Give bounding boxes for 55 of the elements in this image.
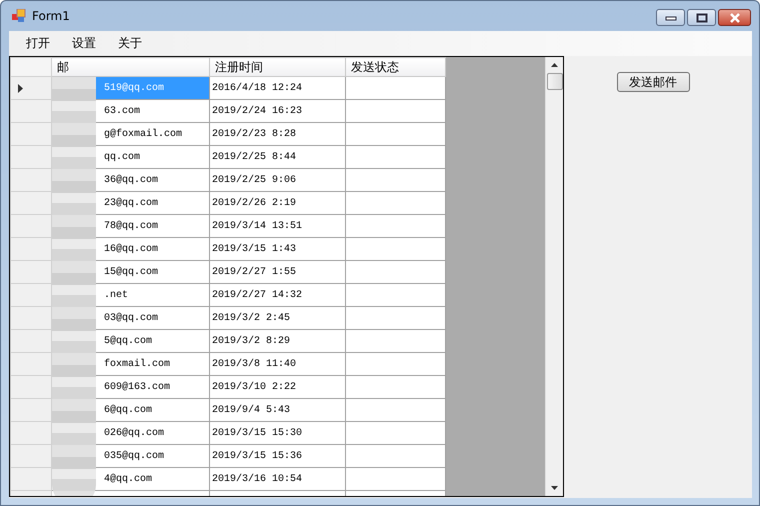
table-cell-text: qq.com [103,152,140,162]
scroll-up-icon [551,63,558,67]
table-cell-text: 15@qq.com [103,266,158,278]
table-cell: 2019/2/27 14:32 [212,290,302,300]
table-cell-text: 23@qq.com [103,198,158,208]
menu-item[interactable]: 打开 [17,35,59,52]
table-cell-text: .net [103,290,128,300]
maximize-button[interactable] [687,9,716,26]
table-cell: 2019/3/8 11:40 [212,358,296,370]
vertical-scrollbar[interactable] [545,57,563,496]
table-cell: 2016/4/18 12:24 [212,82,302,94]
table-cell: 2019/2/24 16:23 [212,106,302,116]
column-header[interactable]: 邮 [57,60,69,74]
table-cell: 2019/3/16 10:54 [212,474,302,484]
table-cell-text: 36@qq.com [103,174,158,186]
table-cell: 2019/9/4 5:43 [212,404,290,416]
table-cell: 2019/3/14 13:51 [212,220,302,232]
table-cell-text: 4@qq.com [103,474,152,484]
table-cell-text: 519@qq.com [103,82,164,94]
table-cell: 2019/3/2 8:29 [212,336,290,346]
table-cell: 2019/3/2 2:45 [212,312,290,324]
table-cell: 2019/3/15 15:30 [212,428,302,438]
table-cell-text: 78@qq.com [103,220,158,232]
minimize-icon [664,14,676,20]
close-icon [728,12,740,22]
table-cell-text: 16@qq.com [103,244,158,254]
table-cell: 2019/2/25 9:06 [212,174,296,186]
menu-item[interactable]: 设置 [63,35,105,52]
window-title: Form1 [32,9,70,23]
table-cell-text: 035@qq.com [103,450,164,462]
row-header[interactable] [10,76,52,100]
table-cell: 2019/2/23 8:28 [212,128,296,140]
scroll-down-icon [551,486,558,490]
app-icon [12,9,26,23]
send-email-button[interactable]: 发送邮件 [616,72,690,92]
current-row-icon [18,84,23,92]
close-button[interactable] [718,9,751,26]
table-cell: 2019/2/27 1:55 [212,266,296,278]
table-cell-text: 5@qq.com [103,336,152,346]
table-cell-text: 026@qq.com [103,428,164,438]
menu-item[interactable]: 关于 [109,35,151,52]
table-cell: 2019/3/15 15:36 [212,450,302,462]
scroll-thumb[interactable] [546,73,562,90]
table-cell: 2019/3/15 1:43 [212,244,296,254]
table-cell-text: foxmail.com [103,358,170,370]
table-cell: 2019/3/10 2:22 [212,382,296,392]
table-cell-text: g@foxmail.com [103,128,182,140]
maximize-icon [696,12,708,22]
table-cell-text: 03@qq.com [103,312,158,324]
table-cell-text: 63.com [103,106,140,116]
minimize-button[interactable] [656,9,685,26]
table-cell: 2019/2/26 2:19 [212,198,296,208]
table-cell: 2019/2/25 8:44 [212,152,296,162]
table-cell-text: 609@163.com [103,382,170,392]
table-cell-text: 6@qq.com [103,404,152,416]
